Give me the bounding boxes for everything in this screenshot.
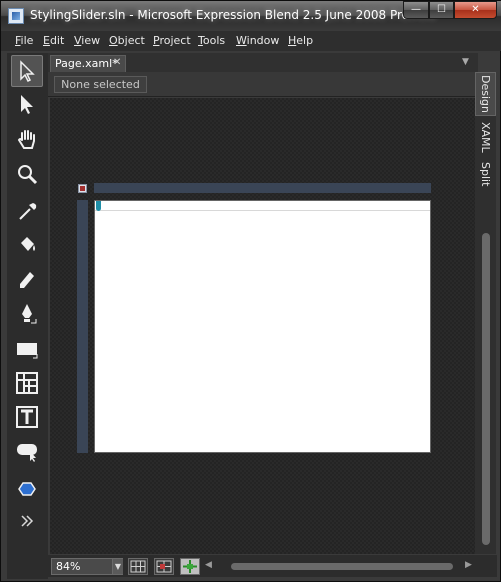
- brush-transform-icon: [20, 272, 34, 288]
- asset-tool[interactable]: [11, 473, 43, 505]
- zoom-icon: [18, 165, 38, 185]
- pan-icon: [17, 130, 35, 149]
- selection-tool[interactable]: [11, 55, 43, 87]
- maximize-button[interactable]: ☐: [429, 1, 454, 19]
- title-bar[interactable]: StylingSlider.sln - Microsoft Expression…: [1, 1, 501, 31]
- tab-design[interactable]: Design: [475, 72, 496, 116]
- pen-icon: [22, 304, 37, 324]
- scroll-right-icon[interactable]: ▶: [465, 560, 472, 570]
- eyedropper-tool[interactable]: [11, 195, 43, 227]
- asset-library-icon: [21, 515, 34, 527]
- breadcrumb[interactable]: None selected: [54, 76, 147, 93]
- direct-selection-icon: [21, 95, 33, 114]
- tab-split-label: Split: [479, 161, 492, 187]
- close-button[interactable]: ✕: [454, 1, 497, 19]
- menu-window[interactable]: Window: [236, 34, 279, 47]
- button-control-icon: [17, 444, 37, 462]
- menu-help[interactable]: Help: [288, 34, 313, 47]
- button-control-tool[interactable]: [11, 435, 43, 467]
- window-title: StylingSlider.sln - Microsoft Expression…: [30, 8, 437, 22]
- pan-tool[interactable]: [11, 123, 43, 155]
- rectangle-tool[interactable]: [11, 333, 43, 365]
- row-grid-bar[interactable]: [77, 200, 88, 453]
- paint-bucket-icon: [21, 237, 35, 251]
- zoom-dropdown-icon[interactable]: ▼: [112, 559, 123, 574]
- snap-to-snaplines-button[interactable]: [180, 558, 200, 575]
- status-bar: 84% ▼ ◀ ▶: [48, 555, 497, 577]
- app-window: StylingSlider.sln - Microsoft Expression…: [0, 0, 501, 582]
- vertical-scrollbar[interactable]: [482, 233, 490, 545]
- snap-grid-icon: [156, 560, 172, 573]
- paint-bucket-tool[interactable]: [11, 228, 43, 260]
- pen-tool[interactable]: [11, 298, 43, 330]
- layout-root-page[interactable]: [94, 200, 431, 453]
- blend-app-icon[interactable]: [8, 8, 24, 24]
- tab-list-dropdown-icon[interactable]: ▼: [462, 57, 469, 67]
- show-grid-button[interactable]: [128, 558, 148, 575]
- tab-close-icon[interactable]: ✕: [113, 57, 121, 68]
- menu-file[interactable]: File: [15, 34, 33, 47]
- grid-layout-icon: [16, 372, 38, 394]
- tab-design-label: Design: [479, 75, 492, 113]
- grid-icon: [130, 560, 146, 573]
- menu-project[interactable]: Project: [153, 34, 191, 47]
- minimize-button[interactable]: —: [403, 1, 429, 19]
- menu-edit[interactable]: Edit: [43, 34, 64, 47]
- tab-label: Page.xaml*: [55, 57, 118, 70]
- tab-xaml[interactable]: XAML: [475, 118, 496, 156]
- menu-object[interactable]: Object: [109, 34, 145, 47]
- brush-transform-tool[interactable]: [11, 263, 43, 295]
- toolbox: [7, 53, 48, 579]
- eyedropper-icon: [19, 203, 37, 220]
- tab-split[interactable]: Split: [475, 158, 496, 190]
- menu-tools[interactable]: Tools: [198, 34, 225, 47]
- horizontal-scrollbar[interactable]: [231, 563, 453, 570]
- selection-icon: [20, 60, 35, 82]
- text-icon: [16, 406, 38, 428]
- column-grid-bar[interactable]: [94, 183, 431, 193]
- asset-tool-icon: [18, 482, 36, 496]
- snap-to-gridlines-button[interactable]: [154, 558, 174, 575]
- snaplines-icon: [183, 560, 197, 573]
- grid-row-marker-icon[interactable]: [96, 201, 101, 211]
- menu-view[interactable]: View: [74, 34, 100, 47]
- document-tab-strip: Page.xaml* ✕: [48, 53, 478, 72]
- direct-selection-tool[interactable]: [11, 88, 43, 120]
- rectangle-icon: [17, 343, 38, 359]
- breadcrumb-bar: None selected: [48, 72, 475, 97]
- tab-page-xaml[interactable]: Page.xaml* ✕: [50, 55, 126, 72]
- artboard[interactable]: [50, 98, 475, 554]
- zoom-combobox[interactable]: 84% ▼: [51, 558, 123, 575]
- scroll-left-icon[interactable]: ◀: [205, 560, 212, 570]
- grid-row-line: [95, 210, 430, 211]
- grid-mode-toggle-icon[interactable]: [78, 184, 87, 193]
- text-tool[interactable]: [11, 401, 43, 433]
- tab-xaml-label: XAML: [479, 121, 492, 153]
- menu-bar: File Edit View Object Project Tools Wind…: [1, 31, 501, 51]
- zoom-value: 84%: [56, 560, 81, 573]
- zoom-tool[interactable]: [11, 158, 43, 190]
- asset-library-button[interactable]: [11, 505, 43, 537]
- grid-layout-tool[interactable]: [11, 367, 43, 399]
